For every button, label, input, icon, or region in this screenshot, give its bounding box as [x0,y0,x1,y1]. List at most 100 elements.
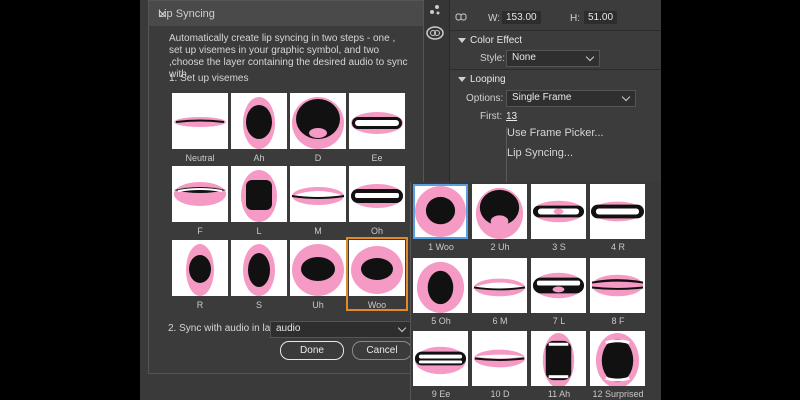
mouth-d-icon [290,93,346,149]
color-effect-header[interactable]: Color Effect [450,30,661,51]
mouth-uh-icon [290,240,346,296]
mouth-frame-icon [472,258,527,313]
frame-tile[interactable] [472,184,527,239]
left-letterbox [0,0,140,400]
mouth-s-icon [231,240,287,296]
frame-tile[interactable] [531,184,586,239]
frame-tile[interactable] [590,184,645,239]
viseme-tile-l[interactable] [231,166,287,222]
viseme-tile-oh[interactable] [349,166,405,222]
viseme-tile-f[interactable] [172,166,228,222]
width-label: W: [488,13,501,24]
mouth-f-icon [172,166,228,222]
options-label: Options: [466,93,504,104]
looping-options-dropdown[interactable]: Single Frame [506,90,636,107]
viseme-label: Neutral [185,153,215,163]
frame-label: 10 D [490,389,510,399]
frame-tile[interactable] [590,331,645,386]
frame-tile[interactable] [531,258,586,313]
panel-icon-strip [420,0,449,182]
frame-label: 1 Woo [428,242,454,252]
mouth-frame-icon [413,258,468,313]
chevron-down-icon [397,323,407,333]
viseme-label: F [197,226,203,236]
mouth-frame-icon [590,184,645,239]
audio-layer-value: audio [276,323,301,334]
mouth-frame-icon [531,258,586,313]
frame-label: 11 Ah [547,389,571,399]
collapse-triangle-icon [458,77,466,82]
done-button[interactable]: Done [280,341,344,360]
mouth-l-icon [231,166,287,222]
mouth-ah-icon [231,93,287,149]
mouth-frame-icon [415,186,466,237]
frame-label: 7 L [552,316,566,326]
frame-label: 6 M [492,316,508,326]
chevron-down-icon [621,92,631,102]
mouth-frame-icon [531,331,586,386]
mouth-oh-icon [349,166,405,222]
viseme-tile-r[interactable] [172,240,228,296]
viseme-label: Uh [312,300,324,310]
color-effect-title: Color Effect [470,35,523,46]
viseme-label: M [314,226,322,236]
mouth-frame-icon [590,258,645,313]
mouth-frame-icon [413,331,468,386]
looping-header[interactable]: Looping [450,69,661,90]
lip-syncing-button[interactable]: Lip Syncing... [506,147,637,163]
style-dropdown[interactable]: None [506,50,600,67]
style-label: Style: [480,53,506,64]
mouth-m-icon [290,166,346,222]
viseme-tile-ah[interactable] [231,93,287,149]
step1-label: 1. Set up visemes [169,73,249,84]
viseme-label: S [255,300,262,310]
selected-viseme-frame [346,237,408,311]
style-value: None [512,52,536,63]
frame-tile[interactable] [472,258,527,313]
frame-tile[interactable] [472,331,527,386]
dots-icon[interactable] [429,4,441,19]
frame-label: 3 S [552,242,566,252]
dialog-titlebar[interactable]: Lip Syncing ✕ [149,1,423,26]
first-frame-value[interactable]: 13 [506,111,517,122]
frame-tile[interactable] [413,184,468,239]
viseme-label: Ah [253,153,265,163]
frame-tile[interactable] [590,258,645,313]
viseme-label: D [314,153,322,163]
mouth-frame-icon [590,331,645,386]
viseme-tile-m[interactable] [290,166,346,222]
frame-picker-panel: 1 Woo 2 Uh 3 S 4 R 5 Oh 6 M 7 L 8 F 9 Ee 10 D 11 A… [410,182,661,400]
first-frame-label: First: [480,111,503,122]
frame-label: 2 Uh [490,242,510,252]
frame-tile[interactable] [413,331,468,386]
mouth-frame-icon [472,331,527,386]
viseme-tile-d[interactable] [290,93,346,149]
height-field[interactable]: 51.00 [584,11,618,24]
chevron-down-icon [585,52,595,62]
viseme-tile-uh[interactable] [290,240,346,296]
looping-options-value: Single Frame [512,92,572,103]
viseme-tile-ee[interactable] [349,93,405,149]
frame-label: 9 Ee [431,389,451,399]
mouth-neutral-icon [172,93,228,149]
viseme-label: R [196,300,204,310]
viseme-label: L [256,226,262,236]
width-field[interactable]: 153.00 [502,11,541,24]
cc-libraries-icon[interactable] [426,26,444,43]
mouth-frame-icon [472,184,527,239]
collapse-triangle-icon [458,38,466,43]
viseme-tile-s[interactable] [231,240,287,296]
audio-layer-dropdown[interactable]: audio [270,321,412,338]
frame-tile[interactable] [531,331,586,386]
viseme-label: Ee [371,153,383,163]
frame-label: 8 F [611,316,625,326]
looping-title: Looping [470,74,506,85]
cancel-button[interactable]: Cancel [352,341,412,360]
frame-tile[interactable] [413,258,468,313]
viseme-tile-neutral[interactable] [172,93,228,149]
link-icon[interactable] [455,12,467,25]
frame-label: 12 Surprised [592,389,644,399]
close-icon[interactable]: ✕ [158,8,415,21]
mouth-r-icon [172,240,228,296]
frame-label: 4 R [610,242,625,252]
